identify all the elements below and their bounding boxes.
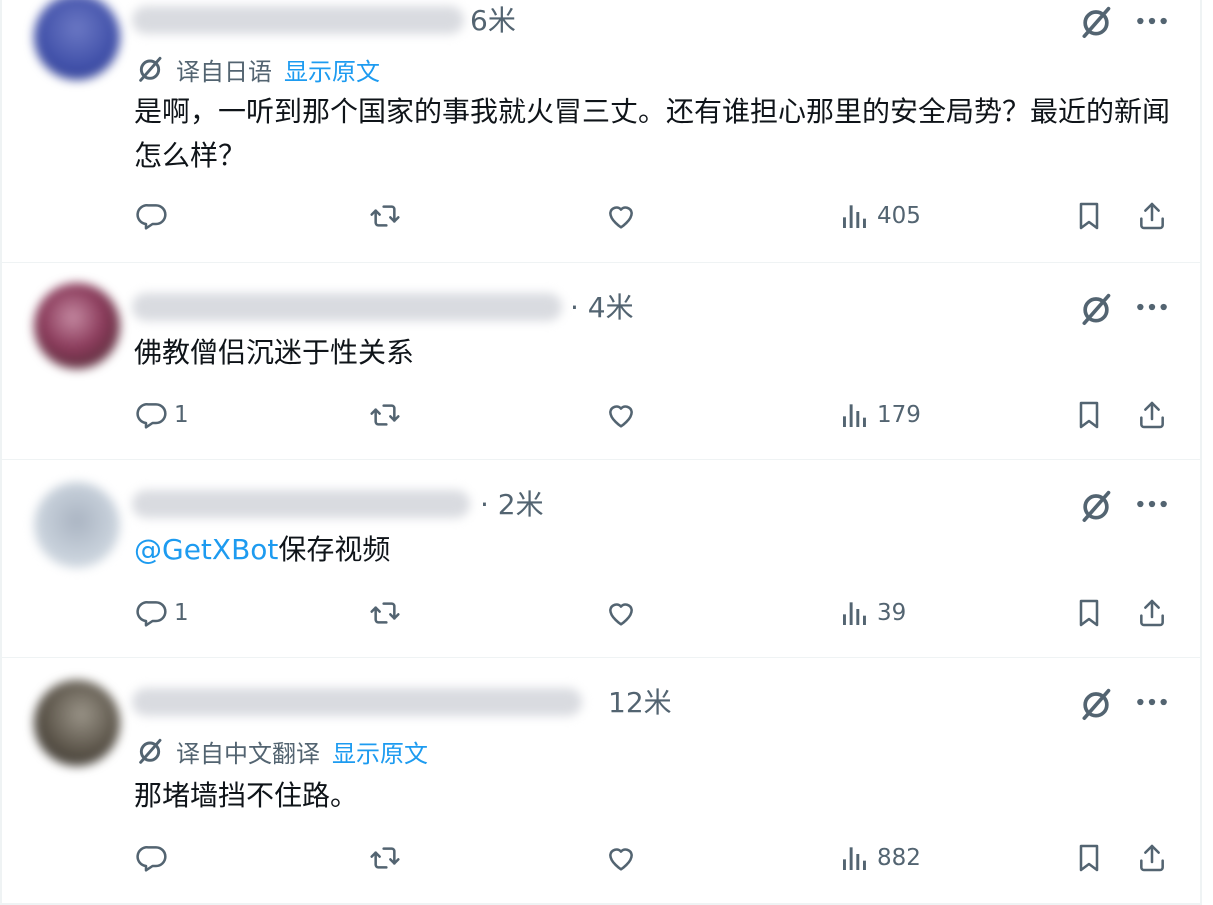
like-icon xyxy=(605,399,637,431)
reply-icon xyxy=(136,200,168,232)
avatar[interactable] xyxy=(34,0,120,80)
reply-button[interactable]: 1 xyxy=(136,399,189,431)
author-name-blurred[interactable] xyxy=(132,6,464,34)
mention-link[interactable]: @GetXBot xyxy=(134,533,278,566)
tweet-3[interactable]: · 2米 @GetXBot保存视频 1 39 xyxy=(2,460,1200,658)
reply-icon xyxy=(136,399,168,431)
translate-icon xyxy=(134,735,166,767)
show-original-link[interactable]: 显示原文 xyxy=(284,52,380,87)
grok-icon[interactable] xyxy=(1076,2,1116,42)
retweet-button[interactable] xyxy=(369,842,401,874)
bookmark-icon xyxy=(1073,399,1105,431)
reply-count: 1 xyxy=(174,402,189,428)
reply-button[interactable] xyxy=(136,842,174,874)
like-icon xyxy=(605,597,637,629)
tweet-4[interactable]: 12米 译自中文翻译 显示原文 那堵墙挡不住路。 882 xyxy=(2,658,1200,902)
more-options-icon[interactable] xyxy=(1132,682,1172,722)
reply-button[interactable]: 1 xyxy=(136,597,189,629)
retweet-icon xyxy=(369,597,401,629)
share-button[interactable] xyxy=(1136,200,1168,232)
reply-icon xyxy=(136,842,168,874)
author-name-blurred[interactable] xyxy=(132,490,470,518)
views-count: 39 xyxy=(877,600,907,626)
bookmark-button[interactable] xyxy=(1073,200,1105,232)
reply-icon xyxy=(136,597,168,629)
views-button[interactable]: 179 xyxy=(839,399,921,431)
bookmark-button[interactable] xyxy=(1073,597,1105,629)
tweet-text-body: 保存视频 xyxy=(278,533,391,566)
tweet-time[interactable]: 12米 xyxy=(608,686,672,720)
avatar[interactable] xyxy=(34,283,120,369)
views-count: 882 xyxy=(877,845,921,871)
retweet-button[interactable] xyxy=(369,597,401,629)
translation-row: 译自日语 显示原文 xyxy=(134,52,380,86)
retweet-icon xyxy=(369,842,401,874)
bookmark-icon xyxy=(1073,842,1105,874)
views-count: 405 xyxy=(877,203,921,229)
retweet-button[interactable] xyxy=(369,399,401,431)
grok-icon[interactable] xyxy=(1076,684,1116,724)
translation-row: 译自中文翻译 显示原文 xyxy=(134,734,428,768)
views-button[interactable]: 882 xyxy=(839,842,921,874)
tweet-text: @GetXBot保存视频 xyxy=(134,528,1174,572)
bookmark-button[interactable] xyxy=(1073,842,1105,874)
translate-icon xyxy=(134,53,166,85)
views-icon xyxy=(839,200,871,232)
views-icon xyxy=(839,842,871,874)
more-options-icon[interactable] xyxy=(1132,287,1172,327)
author-name-blurred[interactable] xyxy=(132,688,582,716)
tweet-text: 那堵墙挡不住路。 xyxy=(134,779,359,812)
retweet-button[interactable] xyxy=(369,200,401,232)
tweet-text: 是啊，一听到那个国家的事我就火冒三丈。还有谁担心那里的安全局势？最近的新闻怎么样… xyxy=(134,95,1171,172)
like-button[interactable] xyxy=(605,399,637,431)
bookmark-icon xyxy=(1073,200,1105,232)
like-icon xyxy=(605,842,637,874)
avatar[interactable] xyxy=(34,482,120,568)
tweet-time[interactable]: 6米 xyxy=(470,4,516,38)
bookmark-icon xyxy=(1073,597,1105,629)
avatar[interactable] xyxy=(34,680,120,766)
retweet-icon xyxy=(369,399,401,431)
views-icon xyxy=(839,597,871,629)
reply-count: 1 xyxy=(174,600,189,626)
like-icon xyxy=(605,200,637,232)
like-button[interactable] xyxy=(605,200,637,232)
more-options-icon[interactable] xyxy=(1132,484,1172,524)
tweet-time[interactable]: · 2米 xyxy=(480,488,544,522)
views-icon xyxy=(839,399,871,431)
share-icon xyxy=(1136,597,1168,629)
like-button[interactable] xyxy=(605,842,637,874)
share-button[interactable] xyxy=(1136,842,1168,874)
translation-label: 译自中文翻译 xyxy=(176,739,320,768)
tweet-time[interactable]: · 4米 xyxy=(570,291,634,325)
tweet-text: 佛教僧侣沉迷于性关系 xyxy=(134,336,415,369)
grok-icon[interactable] xyxy=(1076,486,1116,526)
share-button[interactable] xyxy=(1136,597,1168,629)
tweet-1[interactable]: 6米 译自日语 显示原文 是啊，一听到那个国家的事我就火冒三丈。还有谁担心那里的… xyxy=(2,0,1200,263)
grok-icon[interactable] xyxy=(1076,289,1116,329)
share-icon xyxy=(1136,200,1168,232)
author-name-blurred[interactable] xyxy=(132,293,562,321)
tweet-2[interactable]: · 4米 佛教僧侣沉迷于性关系 1 179 xyxy=(2,263,1200,460)
share-icon xyxy=(1136,842,1168,874)
views-button[interactable]: 405 xyxy=(839,200,921,232)
share-icon xyxy=(1136,399,1168,431)
views-count: 179 xyxy=(877,402,921,428)
views-button[interactable]: 39 xyxy=(839,597,906,629)
translation-label: 译自日语 xyxy=(176,57,272,86)
reply-button[interactable] xyxy=(136,200,174,232)
show-original-link[interactable]: 显示原文 xyxy=(332,734,428,769)
right-border xyxy=(1200,0,1202,905)
more-options-icon[interactable] xyxy=(1132,1,1172,41)
retweet-icon xyxy=(369,200,401,232)
bookmark-button[interactable] xyxy=(1073,399,1105,431)
share-button[interactable] xyxy=(1136,399,1168,431)
like-button[interactable] xyxy=(605,597,637,629)
